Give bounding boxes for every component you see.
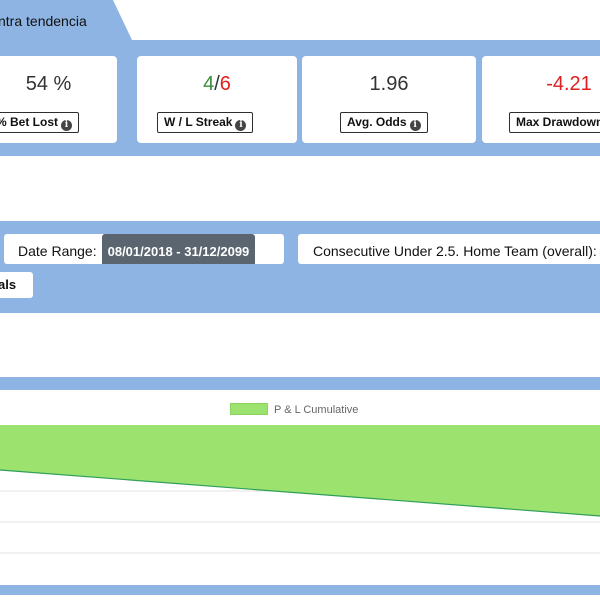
avg-odds-label-text: Avg. Odds [347,115,407,129]
stat-card-max-drawdown: -4.21 Max Drawdowni [482,56,600,143]
bet-lost-label[interactable]: % Bet Lost i [0,112,79,133]
max-drawdown-label-text: Max Drawdown [516,115,600,129]
loss-streak-value: 6 [219,73,231,95]
info-icon[interactable]: i [61,120,72,131]
pl-cumulative-chart [0,425,600,554]
filters-panel: Date Range: 08/01/2018 - 31/12/2099 Conse… [0,221,600,313]
avg-odds-label[interactable]: Avg. Odds i [340,112,428,133]
pl-cumulative-area [0,425,600,516]
win-streak-value: 4 [203,73,215,95]
extra-filter[interactable]: als [0,272,33,298]
wl-streak-label-text: W / L Streak [164,115,233,129]
avg-odds-value: 1.96 [369,73,409,95]
stat-card-avg-odds: 1.96 Avg. Odds i [302,56,476,143]
extra-filter-label: als [0,277,17,292]
trend-filter-label: Consecutive Under 2.5. Home Team (overal… [313,243,597,259]
strategy-tab[interactable]: ntra tendencia [0,0,132,40]
legend-swatch [230,403,268,415]
wl-streak-value: 4/6 [137,73,297,96]
info-icon[interactable]: i [409,120,421,131]
stats-panel: 54 % % Bet Lost i 4/6 W / L Streak i 1.96 … [0,40,600,156]
max-drawdown-value: -4.21 [546,73,592,95]
date-range-value[interactable]: 08/01/2018 - 31/12/2099 [101,234,256,264]
date-range-label: Date Range: [18,243,97,259]
stat-card-wl-streak: 4/6 W / L Streak i [137,56,297,143]
chart-legend[interactable]: P & L Cumulative [230,403,358,417]
legend-label: P & L Cumulative [274,404,359,416]
trend-filter[interactable]: Consecutive Under 2.5. Home Team (overal… [298,234,600,264]
stat-card-bet-lost: 54 % % Bet Lost i [0,56,117,143]
info-icon[interactable]: i [235,120,247,131]
date-range-filter[interactable]: Date Range: 08/01/2018 - 31/12/2099 [4,234,284,264]
strategy-tab-title: ntra tendencia [0,13,87,29]
max-drawdown-label[interactable]: Max Drawdowni [509,112,600,133]
bet-lost-value: 54 % [25,73,72,95]
bet-lost-label-text: % Bet Lost [0,115,58,129]
wl-streak-label[interactable]: W / L Streak i [157,112,254,133]
chart-panel-top-border [0,377,600,390]
chart-panel-bottom-border [0,585,600,595]
